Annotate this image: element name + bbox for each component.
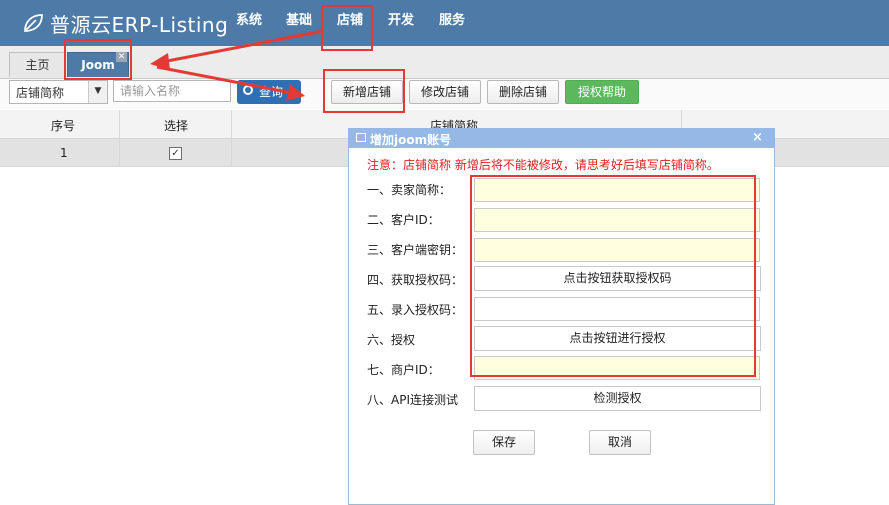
get-auth-code-button[interactable]: 点击按钮获取授权码 (474, 266, 761, 291)
column-divider (231, 110, 232, 166)
check-auth-button[interactable]: 检测授权 (474, 386, 761, 411)
query-button[interactable]: 查询 (237, 80, 301, 104)
client-id-input[interactable] (474, 208, 760, 232)
merchant-id-input[interactable] (474, 356, 760, 380)
tabs-bar (0, 46, 889, 79)
chevron-down-icon[interactable]: ▼ (88, 81, 107, 103)
save-button[interactable]: 保存 (473, 430, 535, 455)
tab-home[interactable]: 主页 (9, 52, 66, 77)
delete-store-button[interactable]: 删除店铺 (487, 80, 559, 104)
label-seller-name: 一、卖家简称： (367, 183, 452, 197)
app-logo-text: 普源云ERP-Listing (50, 12, 229, 37)
close-icon[interactable]: × (752, 130, 763, 145)
authorize-button[interactable]: 点击按钮进行授权 (474, 326, 761, 351)
search-field-select[interactable]: 店铺简称 ▼ (9, 80, 108, 104)
nav-service[interactable]: 服务 (439, 0, 465, 46)
tab-close-icon[interactable]: ✕ (116, 52, 127, 62)
nav-develop[interactable]: 开发 (388, 0, 414, 46)
label-merchant-id: 七、商户ID： (367, 363, 440, 377)
add-store-button[interactable]: 新增店铺 (331, 80, 403, 104)
dialog-title: 增加joom账号 (370, 133, 452, 147)
label-enter-auth-code: 五、录入授权码： (367, 303, 464, 317)
label-authorize: 六、授权 (367, 333, 416, 347)
seller-name-input[interactable] (474, 178, 760, 202)
label-get-auth-code: 四、获取授权码： (367, 273, 464, 287)
cancel-button[interactable]: 取消 (589, 430, 651, 455)
nav-store[interactable]: 店铺 (337, 0, 363, 46)
label-client-secret: 三、客户端密钥： (367, 243, 464, 257)
search-field-select-value: 店铺简称 (16, 86, 65, 100)
nav-basic[interactable]: 基础 (286, 0, 312, 46)
row-index: 1 (60, 146, 68, 160)
client-secret-input[interactable] (474, 238, 760, 262)
column-header-select: 选择 (164, 119, 189, 133)
window-icon (356, 133, 366, 142)
edit-store-button[interactable]: 修改店铺 (409, 80, 481, 104)
search-input[interactable] (113, 80, 231, 102)
label-client-id: 二、客户ID： (367, 213, 440, 227)
dialog-notice: 注意：店铺简称 新增后将不能被修改，请思考好后填写店铺简称。 (367, 158, 719, 172)
column-header-index: 序号 (51, 119, 76, 133)
auth-code-input[interactable] (474, 297, 760, 321)
label-api-test: 八、API连接测试 (367, 393, 458, 407)
app-logo: 普源云ERP-Listing (22, 9, 228, 37)
row-checkbox[interactable]: ✓ (169, 147, 182, 160)
column-divider (119, 110, 120, 166)
leaf-icon (24, 14, 43, 32)
nav-system[interactable]: 系统 (236, 0, 262, 46)
query-button-label: 查询 (259, 85, 284, 99)
search-icon (243, 85, 253, 95)
auth-help-button[interactable]: 授权帮助 (565, 80, 639, 104)
